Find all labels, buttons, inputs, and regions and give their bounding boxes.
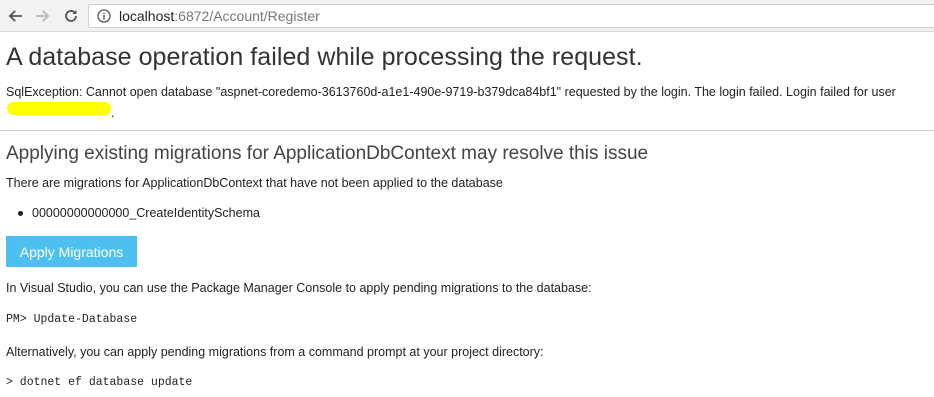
migrations-list: 00000000000000_CreateIdentitySchema xyxy=(18,206,260,220)
info-icon[interactable] xyxy=(97,9,111,23)
url-text[interactable]: localhost:6872/Account/Register xyxy=(119,8,320,24)
cli-command: > dotnet ef database update xyxy=(6,376,193,389)
url-path: :6872/Account/Register xyxy=(174,8,320,24)
error-message: SqlException: Cannot open database "aspn… xyxy=(6,85,896,99)
back-arrow-icon xyxy=(8,10,22,22)
cli-instruction: Alternatively, you can apply pending mig… xyxy=(6,345,544,359)
pm-command: PM> Update-Database xyxy=(6,313,138,326)
error-message-end: . xyxy=(111,106,115,120)
apply-migrations-button[interactable]: Apply Migrations xyxy=(6,236,137,267)
browser-toolbar: localhost:6872/Account/Register xyxy=(0,0,934,32)
migrations-intro: There are migrations for ApplicationDbCo… xyxy=(6,176,503,190)
divider xyxy=(0,130,934,131)
reload-button[interactable] xyxy=(62,7,80,25)
bullet-icon xyxy=(18,211,23,216)
vs-instruction: In Visual Studio, you can use the Packag… xyxy=(6,281,592,295)
redacted-username xyxy=(7,102,111,115)
back-button[interactable] xyxy=(6,7,24,25)
forward-button[interactable] xyxy=(34,7,52,25)
migrations-heading: Applying existing migrations for Applica… xyxy=(6,143,649,164)
migration-name: 00000000000000_CreateIdentitySchema xyxy=(32,206,260,220)
reload-icon xyxy=(65,10,77,22)
url-host: localhost xyxy=(119,8,175,24)
address-bar[interactable]: localhost:6872/Account/Register xyxy=(88,4,934,28)
list-item: 00000000000000_CreateIdentitySchema xyxy=(18,206,260,220)
page-title: A database operation failed while proces… xyxy=(6,43,643,71)
forward-arrow-icon xyxy=(36,10,50,22)
